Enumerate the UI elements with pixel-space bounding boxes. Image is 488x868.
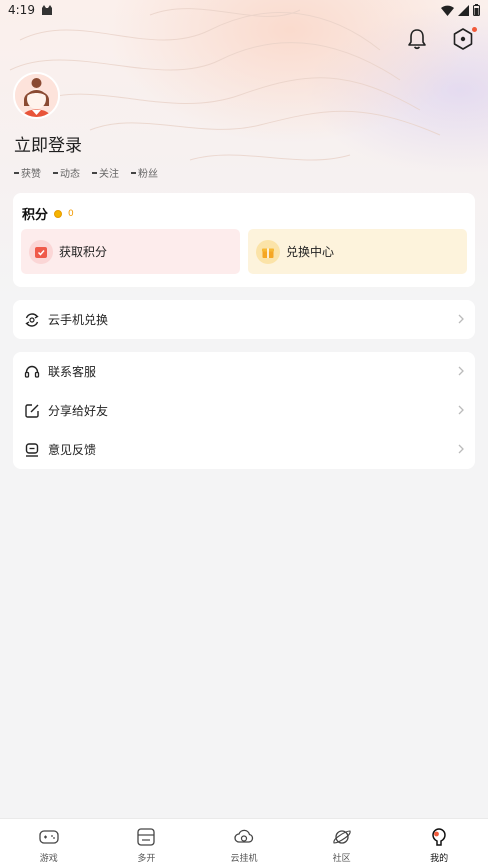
stat-posts[interactable]: 动态: [53, 165, 80, 180]
points-value: 0: [68, 208, 74, 219]
bottom-tab-bar: 游戏 多开 云挂机 社区 我的: [0, 818, 488, 868]
stat-following[interactable]: 关注: [92, 165, 119, 180]
earn-points-label: 获取积分: [59, 245, 108, 259]
contact-service-row[interactable]: 联系客服: [13, 352, 475, 391]
cloud-phone-card: 云手机兑换: [13, 300, 475, 339]
share-friends-label: 分享给好友: [48, 404, 109, 418]
stat-label: 动态: [60, 169, 80, 180]
wifi-icon: [441, 5, 454, 16]
login-button[interactable]: 立即登录: [14, 131, 82, 156]
stat-label: 关注: [99, 169, 119, 180]
coin-icon: [54, 209, 63, 218]
feedback-label: 意见反馈: [48, 443, 97, 457]
menu-card: 联系客服 分享给好友 意见反馈: [13, 352, 475, 469]
signal-icon: [458, 4, 469, 16]
settings-badge-dot: [472, 27, 477, 32]
avatar[interactable]: [13, 72, 60, 119]
cat-status-icon: [41, 5, 52, 15]
tab-multi-open[interactable]: 多开: [98, 819, 196, 868]
feedback-row[interactable]: 意见反馈: [13, 430, 475, 469]
chevron-right-icon: [458, 444, 464, 454]
tab-label: 游戏: [39, 854, 58, 864]
exchange-center-button[interactable]: 兑换中心: [248, 229, 467, 274]
default-avatar-icon: [15, 74, 58, 117]
calendar-check-icon: [29, 239, 53, 264]
stat-value-placeholder: [92, 171, 97, 174]
points-card: 积分 0 获取积分 兑换中心: [13, 193, 475, 287]
tab-cloud-hangup[interactable]: 云挂机: [195, 819, 293, 868]
points-title: 积分: [22, 208, 49, 223]
planet-icon: [332, 830, 351, 844]
stat-value-placeholder: [131, 171, 136, 174]
cloud-hangup-icon: [234, 829, 254, 843]
tab-label: 社区: [332, 854, 351, 864]
tab-community[interactable]: 社区: [293, 819, 391, 868]
tab-label: 云挂机: [230, 854, 258, 864]
stat-value-placeholder: [53, 171, 58, 174]
profile-icon: [432, 828, 446, 846]
tab-games[interactable]: 游戏: [0, 819, 98, 868]
earn-points-button[interactable]: 获取积分: [21, 229, 240, 274]
battery-icon: [473, 4, 480, 16]
share-friends-row[interactable]: 分享给好友: [13, 391, 475, 430]
feedback-icon: [25, 442, 39, 457]
status-time: 4:19: [8, 3, 35, 17]
chevron-right-icon: [458, 405, 464, 415]
exchange-center-label: 兑换中心: [286, 245, 335, 259]
stat-label: 获赞: [21, 169, 41, 180]
stat-followers[interactable]: 粉丝: [131, 165, 158, 180]
headset-icon: [24, 365, 40, 378]
multi-open-icon: [137, 828, 156, 846]
chevron-right-icon: [458, 366, 464, 376]
notification-bell-icon[interactable]: [404, 26, 430, 52]
contact-service-label: 联系客服: [48, 365, 97, 379]
cloud-exchange-icon: [25, 312, 39, 327]
profile-stats: 获赞 动态 关注 粉丝: [14, 165, 158, 180]
settings-hexagon-icon[interactable]: [450, 26, 477, 52]
stat-likes[interactable]: 获赞: [14, 165, 41, 180]
stat-label: 粉丝: [138, 169, 158, 180]
chevron-right-icon: [458, 314, 464, 324]
tab-profile[interactable]: 我的: [390, 819, 488, 868]
status-bar: 4:19: [0, 0, 488, 20]
gift-icon: [256, 239, 280, 264]
share-icon: [25, 403, 39, 418]
cloud-phone-exchange-row[interactable]: 云手机兑换: [13, 300, 475, 339]
gamepad-icon: [39, 830, 59, 844]
tab-label: 我的: [430, 854, 449, 864]
tab-label: 多开: [137, 854, 156, 864]
cloud-phone-exchange-label: 云手机兑换: [48, 313, 109, 327]
stat-value-placeholder: [14, 171, 19, 174]
